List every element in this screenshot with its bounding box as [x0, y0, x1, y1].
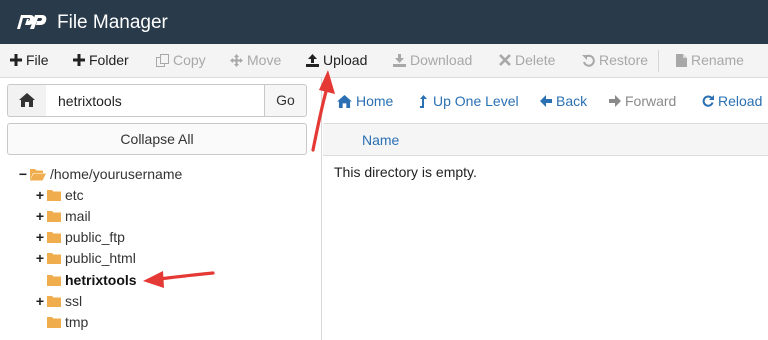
upload-label: Upload — [323, 52, 368, 68]
download-icon — [393, 53, 406, 67]
tree-item-label: public_ftp — [65, 229, 125, 245]
path-home-button[interactable] — [7, 84, 47, 117]
folder-open-icon — [30, 168, 46, 180]
file-list-header: Name — [323, 124, 768, 156]
reload-label: Reload — [718, 93, 763, 109]
tree-item-label: hetrixtools — [65, 272, 137, 288]
arrow-left-icon — [540, 95, 552, 107]
restore-icon — [582, 54, 595, 67]
collapse-toggle[interactable]: − — [18, 167, 28, 181]
cpanel-logo-icon — [17, 15, 47, 29]
expand-toggle[interactable]: + — [35, 230, 45, 244]
back-label: Back — [556, 93, 588, 109]
copy-label: Copy — [173, 52, 206, 68]
close-icon — [499, 54, 511, 66]
collapse-all-button[interactable]: Collapse All — [7, 123, 307, 155]
toolbar: File Folder Copy Move Upload Download De… — [0, 44, 768, 78]
folder-icon — [47, 275, 61, 286]
tree-item-mail[interactable]: + mail — [35, 206, 91, 226]
tree-item-tmp[interactable]: tmp — [47, 312, 88, 332]
plus-icon — [10, 54, 22, 66]
reload-icon — [702, 95, 714, 107]
tree-item-root[interactable]: − /home/yourusername — [18, 164, 182, 184]
level-up-icon — [420, 94, 427, 108]
back-button[interactable]: Back — [540, 93, 587, 109]
up-one-level-label: Up One Level — [433, 93, 519, 109]
download-label: Download — [410, 52, 473, 68]
nav-home-button[interactable]: Home — [337, 93, 393, 109]
tree-item-etc[interactable]: + etc — [35, 185, 84, 205]
download-button[interactable]: Download — [393, 52, 472, 68]
folder-icon — [47, 253, 61, 264]
home-icon — [337, 94, 352, 108]
app-title: File Manager — [57, 12, 168, 33]
restore-label: Restore — [599, 52, 649, 68]
tree-item-public-html[interactable]: + public_html — [35, 248, 136, 268]
new-file-label: File — [26, 52, 49, 68]
new-file-button[interactable]: File — [10, 52, 49, 68]
tree-item-label: mail — [65, 208, 91, 224]
upload-button[interactable]: Upload — [306, 52, 367, 68]
tree-item-label: ssl — [65, 293, 83, 309]
right-panel: Home Up One Level Back Forward Reload Na… — [323, 78, 768, 340]
expand-toggle[interactable]: + — [35, 188, 45, 202]
nav-home-label: Home — [356, 93, 394, 109]
new-folder-button[interactable]: Folder — [73, 52, 129, 68]
move-label: Move — [247, 52, 282, 68]
left-panel: Go Collapse All − /home/yourusername + e… — [0, 78, 322, 340]
app-header: File Manager — [0, 0, 768, 44]
move-button[interactable]: Move — [230, 52, 281, 68]
move-icon — [230, 53, 243, 67]
forward-button[interactable]: Forward — [609, 93, 676, 109]
go-button[interactable]: Go — [264, 84, 307, 117]
rename-button[interactable]: Rename — [676, 52, 744, 68]
expand-toggle[interactable]: + — [35, 294, 45, 308]
tree-item-label: etc — [65, 187, 84, 203]
folder-icon — [47, 211, 61, 222]
column-header-name[interactable]: Name — [362, 132, 399, 148]
tree-item-public-ftp[interactable]: + public_ftp — [35, 227, 125, 247]
arrow-right-icon — [609, 95, 621, 107]
copy-button[interactable]: Copy — [156, 52, 206, 68]
file-icon — [676, 53, 687, 67]
new-folder-label: Folder — [89, 52, 129, 68]
toolbar-separator — [658, 50, 659, 72]
home-icon — [19, 93, 35, 107]
up-one-level-button[interactable]: Up One Level — [419, 93, 519, 109]
folder-icon — [47, 190, 61, 201]
upload-icon — [306, 53, 319, 67]
empty-directory-message: This directory is empty. — [334, 164, 477, 180]
delete-button[interactable]: Delete — [499, 52, 555, 68]
expand-toggle[interactable]: + — [35, 209, 45, 223]
tree-item-label: /home/yourusername — [50, 166, 183, 182]
path-input[interactable] — [46, 84, 265, 117]
rename-label: Rename — [691, 52, 744, 68]
tree-item-hetrixtools[interactable]: hetrixtools — [47, 270, 137, 290]
restore-button[interactable]: Restore — [582, 52, 648, 68]
delete-label: Delete — [515, 52, 556, 68]
tree-item-label: tmp — [65, 314, 89, 330]
folder-icon — [47, 296, 61, 307]
folder-icon — [47, 317, 61, 328]
tree-item-label: public_html — [65, 250, 136, 266]
plus-icon — [73, 54, 85, 66]
copy-icon — [156, 53, 169, 67]
folder-icon — [47, 232, 61, 243]
reload-button[interactable]: Reload — [702, 93, 762, 109]
tree-item-ssl[interactable]: + ssl — [35, 291, 82, 311]
forward-label: Forward — [625, 93, 677, 109]
expand-toggle[interactable]: + — [35, 251, 45, 265]
